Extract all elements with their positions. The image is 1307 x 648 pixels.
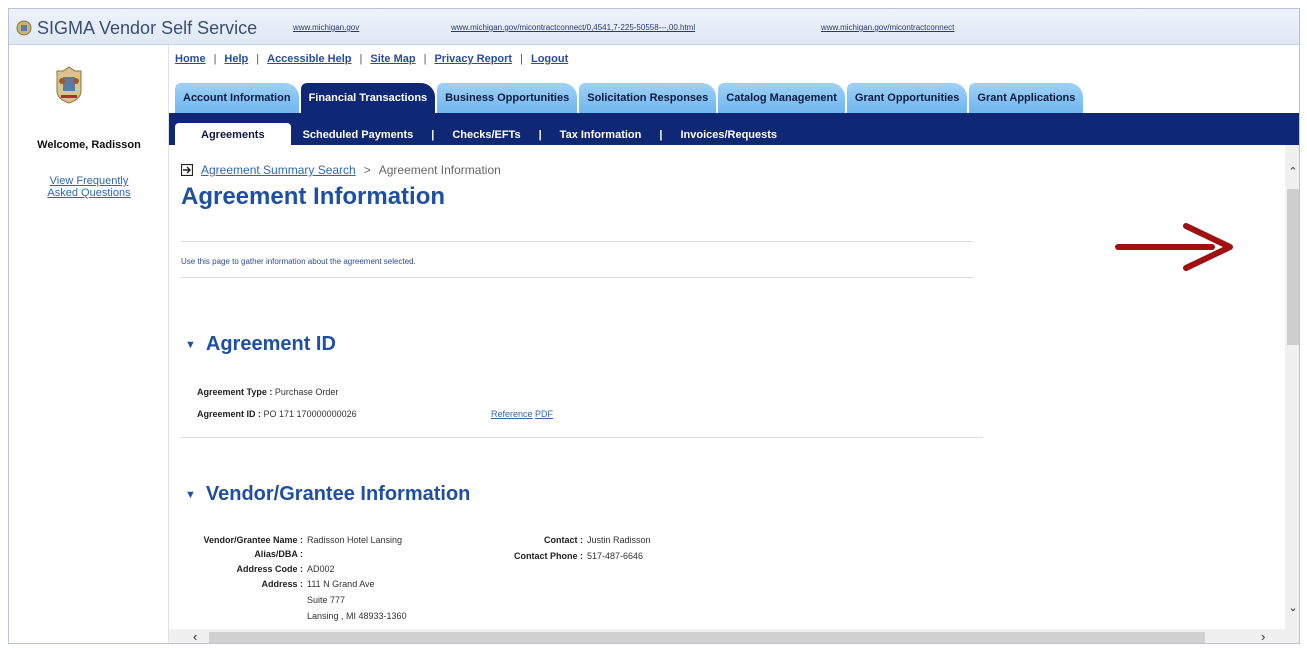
breadcrumb-link[interactable]: Agreement Summary Search: [201, 163, 356, 177]
alias-label: Alias/DBA :: [254, 549, 303, 559]
breadcrumb-current: Agreement Information: [378, 163, 501, 177]
divider: [181, 437, 983, 438]
vertical-scroll-thumb[interactable]: [1287, 189, 1299, 345]
subtab-separator: |: [431, 129, 435, 141]
subtab-invoices-requests[interactable]: Invoices/Requests: [668, 129, 789, 141]
agreement-type-field: Agreement Type : Purchase Order: [197, 387, 338, 397]
tab-financial-transactions[interactable]: Financial Transactions: [300, 83, 436, 113]
caret-down-icon: ▼: [185, 338, 196, 351]
divider: [181, 241, 973, 242]
link-michigan-gov[interactable]: www.michigan.gov: [293, 23, 359, 32]
nav-help[interactable]: Help: [224, 53, 248, 65]
top-header: SIGMA Vendor Self Service www.michigan.g…: [9, 9, 1299, 45]
scroll-left-icon[interactable]: ‹: [193, 629, 197, 643]
address-code-label: Address Code :: [236, 564, 303, 574]
document-links: Reference PDF: [491, 409, 553, 419]
nav-separator: |: [359, 53, 363, 65]
nav-accessible-help[interactable]: Accessible Help: [267, 53, 351, 65]
pdf-link[interactable]: PDF: [535, 409, 553, 419]
nav-separator: |: [256, 53, 260, 65]
tab-catalog-management[interactable]: Catalog Management: [718, 83, 845, 113]
nav-separator: |: [520, 53, 523, 65]
caret-down-icon: ▼: [185, 488, 196, 501]
link-micontractconnect[interactable]: www.michigan.gov/micontractconnect: [821, 23, 954, 32]
nav-privacy-report[interactable]: Privacy Report: [434, 53, 512, 65]
scroll-down-icon[interactable]: ⌄: [1285, 601, 1299, 614]
horizontal-scrollbar[interactable]: ‹ ›: [169, 629, 1299, 643]
app-title: SIGMA Vendor Self Service: [15, 17, 257, 39]
address-line-3: Lansing , MI 48933-1360: [307, 611, 407, 621]
nav-home[interactable]: Home: [175, 53, 206, 65]
faq-link[interactable]: View Frequently Asked Questions: [39, 175, 139, 199]
sidebar: Welcome, Radisson View Frequently Asked …: [9, 45, 169, 643]
red-arrow-right-icon: [1115, 223, 1233, 271]
contact-phone-label: Contact Phone :: [514, 551, 583, 561]
agreement-id-value: PO 171 170000000026: [263, 409, 357, 419]
nav-separator: |: [213, 53, 217, 65]
nav-site-map[interactable]: Site Map: [370, 53, 415, 65]
page-title: Agreement Information: [181, 183, 446, 210]
tab-grant-opportunities[interactable]: Grant Opportunities: [846, 83, 968, 113]
breadcrumb-separator: >: [363, 163, 371, 177]
link-micontractconnect-page[interactable]: www.michigan.gov/micontractconnect/0,454…: [451, 23, 695, 32]
vertical-scrollbar[interactable]: ⌃ ⌄: [1285, 145, 1299, 629]
address-label: Address :: [261, 579, 303, 589]
tab-solicitation-responses[interactable]: Solicitation Responses: [579, 83, 717, 113]
subtab-agreements[interactable]: Agreements: [175, 123, 291, 147]
michigan-seal-icon: [56, 66, 82, 104]
scroll-up-icon[interactable]: ⌃: [1285, 165, 1299, 178]
agreement-type-value: Purchase Order: [274, 387, 339, 397]
address-line-1: 111 N Grand Ave: [307, 579, 375, 589]
app-title-text: SIGMA Vendor Self Service: [37, 17, 258, 38]
export-icon[interactable]: [181, 164, 193, 176]
vendor-name-label: Vendor/Grantee Name :: [203, 535, 303, 545]
tab-business-opportunities[interactable]: Business Opportunities: [437, 83, 578, 113]
address-code-value: AD002: [307, 564, 335, 574]
browser-frame: SIGMA Vendor Self Service www.michigan.g…: [8, 8, 1300, 644]
subtab-separator: |: [538, 129, 542, 141]
subtab-separator: |: [659, 129, 663, 141]
contact-label: Contact :: [544, 535, 583, 545]
contact-value: Justin Radisson: [587, 535, 651, 545]
subtab-tax-information[interactable]: Tax Information: [548, 129, 654, 141]
vendor-info-heading[interactable]: ▼ Vendor/Grantee Information: [185, 483, 470, 506]
nav-logout[interactable]: Logout: [531, 53, 568, 65]
nav-separator: |: [423, 53, 427, 65]
vendor-info-heading-text: Vendor/Grantee Information: [205, 483, 471, 505]
divider: [181, 277, 973, 278]
agreement-id-label: Agreement ID :: [197, 409, 262, 419]
subtab-scheduled-payments[interactable]: Scheduled Payments: [291, 129, 426, 141]
agreement-id-heading-text: Agreement ID: [205, 333, 336, 355]
agreement-id-heading[interactable]: ▼ Agreement ID: [185, 333, 336, 356]
address-line-2: Suite 777: [307, 595, 346, 605]
horizontal-scroll-thumb[interactable]: [209, 632, 1205, 643]
agreement-type-label: Agreement Type :: [197, 387, 273, 397]
reference-link[interactable]: Reference: [491, 409, 533, 419]
breadcrumb: Agreement Summary Search > Agreement Inf…: [181, 163, 501, 177]
intro-text: Use this page to gather information abou…: [181, 257, 416, 266]
scroll-right-icon[interactable]: ›: [1261, 629, 1265, 643]
main-content: Agreement Summary Search > Agreement Inf…: [169, 145, 1285, 629]
contact-phone-value: 517-487-6646: [587, 551, 644, 561]
subtab-checks-efts[interactable]: Checks/EFTs: [440, 129, 532, 141]
vendor-name-value: Radisson Hotel Lansing: [307, 535, 403, 545]
top-nav-links: Home | Help | Accessible Help | Site Map…: [175, 53, 568, 65]
subtabs: Agreements Scheduled Payments | Checks/E…: [175, 123, 789, 147]
tab-account-information[interactable]: Account Information: [175, 83, 299, 113]
main-tabs: Account Information Financial Transactio…: [175, 81, 1085, 113]
agreement-id-field: Agreement ID : PO 171 170000000026: [197, 409, 357, 419]
seal-mini-icon: [16, 20, 32, 36]
tab-grant-applications[interactable]: Grant Applications: [969, 83, 1084, 113]
welcome-text: Welcome, Radisson: [37, 139, 141, 151]
